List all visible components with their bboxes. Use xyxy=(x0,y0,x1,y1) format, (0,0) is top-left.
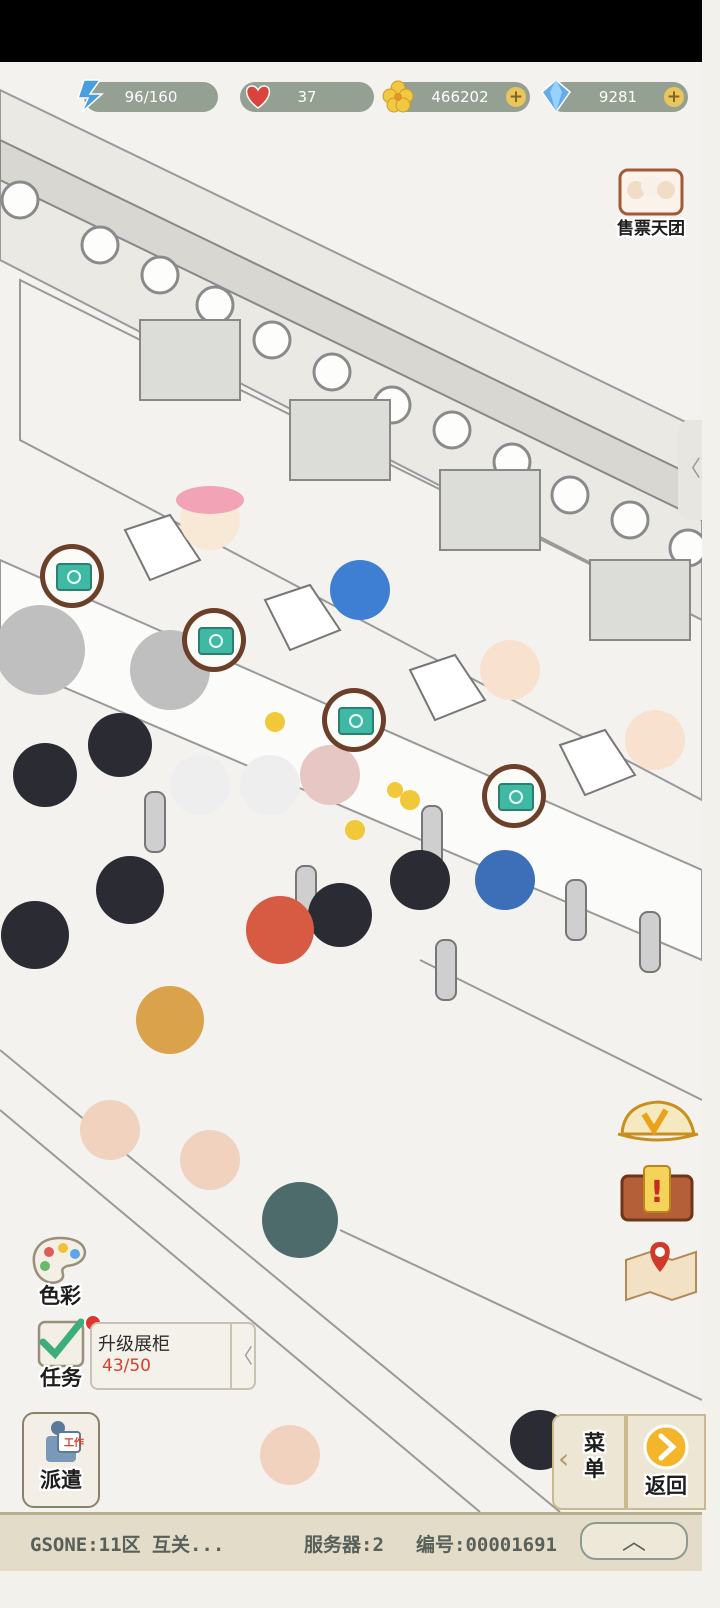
money-bubble[interactable] xyxy=(482,764,546,828)
task-progress: 43/50 xyxy=(102,1356,151,1376)
money-bubble[interactable] xyxy=(322,688,386,752)
money-bubble[interactable] xyxy=(182,608,246,672)
server-info: 服务器:2 xyxy=(304,1534,384,1556)
back-button[interactable]: 返回 xyxy=(626,1414,706,1510)
hearts-value: 37 xyxy=(297,88,317,106)
map-pin-icon xyxy=(625,1242,697,1302)
money-icon xyxy=(338,707,374,735)
ticket-team-button[interactable]: 售票天团 xyxy=(606,164,696,239)
event-chest-button[interactable]: ! xyxy=(612,1158,702,1224)
stamina-counter[interactable]: 96/160 xyxy=(76,79,218,113)
expand-bar-button[interactable]: ︿ xyxy=(580,1522,688,1560)
task-title: 升级展柜 xyxy=(98,1334,170,1355)
add-gold-button[interactable]: + xyxy=(506,87,526,107)
task-button[interactable]: 任务 xyxy=(22,1314,102,1392)
task-card[interactable]: 升级展柜 43/50 〈 xyxy=(90,1322,256,1390)
side-panel-toggle[interactable]: 〈 xyxy=(678,420,702,520)
player-info: GSONE:11区 互关... xyxy=(30,1534,225,1556)
game-scene[interactable] xyxy=(0,62,702,1512)
menu-button[interactable]: ‹ 菜单 xyxy=(552,1414,626,1510)
exclamation-chest-icon: ! xyxy=(620,1165,694,1222)
cat-group-icon xyxy=(618,168,684,216)
map-button[interactable] xyxy=(620,1236,702,1302)
add-gems-button[interactable]: + xyxy=(664,87,684,107)
ticket-team-label: 售票天团 xyxy=(617,219,685,239)
gold-counter[interactable]: 466202 + xyxy=(382,80,530,113)
hearts-counter[interactable]: 37 xyxy=(240,82,374,112)
player-id: 编号:00001691 xyxy=(416,1534,557,1556)
dispatch-label: 派遣 xyxy=(40,1468,82,1492)
money-icon xyxy=(498,783,534,811)
money-bubble[interactable] xyxy=(40,544,104,608)
task-collapse-button[interactable]: 〈 xyxy=(230,1324,254,1388)
menu-label: 菜单 xyxy=(584,1431,605,1481)
vip-cap-icon xyxy=(617,1100,699,1142)
dispatch-tag: 工作 xyxy=(64,1438,84,1449)
vip-cap-button[interactable] xyxy=(614,1094,702,1150)
status-bar xyxy=(0,0,702,62)
money-icon xyxy=(56,563,92,591)
svg-text:!: ! xyxy=(650,1175,664,1210)
money-icon xyxy=(198,627,234,655)
stamina-value: 96/160 xyxy=(124,88,178,106)
dispatch-button[interactable]: 工作 派遣 xyxy=(22,1412,100,1508)
arrow-right-icon xyxy=(643,1424,689,1470)
chevron-left-icon: ‹ xyxy=(558,1442,570,1475)
color-button[interactable]: 色彩 xyxy=(20,1234,100,1310)
back-label: 返回 xyxy=(645,1474,687,1498)
gems-counter[interactable]: 9281 + xyxy=(540,79,688,114)
shop-scene-drawing xyxy=(0,88,702,1512)
